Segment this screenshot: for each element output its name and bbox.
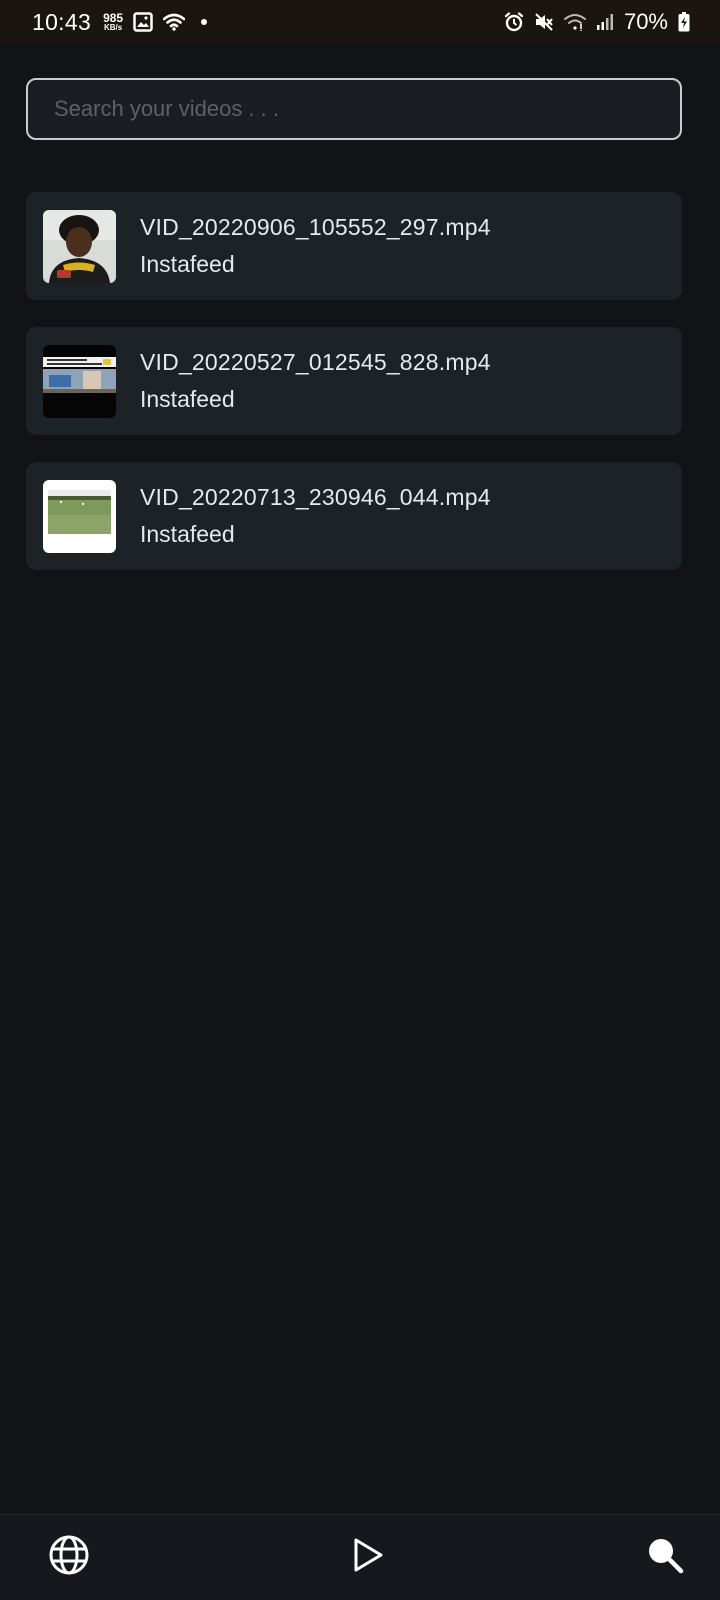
video-info: VID_20220527_012545_828.mp4 Instafeed — [140, 349, 491, 413]
video-item[interactable]: VID_20220527_012545_828.mp4 Instafeed — [26, 327, 682, 435]
play-button[interactable] — [344, 1535, 390, 1581]
search-nav-button[interactable] — [642, 1535, 688, 1581]
video-item[interactable]: VID_20220906_105552_297.mp4 Instafeed — [26, 192, 682, 300]
mute-icon — [534, 12, 554, 32]
video-info: VID_20220906_105552_297.mp4 Instafeed — [140, 214, 491, 278]
video-title: VID_20220713_230946_044.mp4 — [140, 484, 491, 510]
browse-button[interactable] — [46, 1535, 92, 1581]
search-icon — [645, 1535, 685, 1580]
video-title: VID_20220906_105552_297.mp4 — [140, 214, 491, 240]
video-item[interactable]: VID_20220713_230946_044.mp4 Instafeed — [26, 462, 682, 570]
bottom-navigation — [0, 1514, 720, 1600]
app-screen: 10:43 985 KB/s 70% Search your videos . … — [0, 0, 720, 1600]
video-source: Instafeed — [140, 521, 235, 547]
search-input[interactable] — [52, 95, 680, 123]
video-source: Instafeed — [140, 386, 235, 412]
globe-icon — [48, 1534, 90, 1581]
wifi-calling-icon — [563, 13, 586, 31]
status-bar: 10:43 985 KB/s 70% — [0, 0, 720, 44]
video-list: VID_20220906_105552_297.mp4 Instafeed VI… — [26, 192, 682, 597]
video-thumbnail — [43, 344, 116, 418]
notification-dot-icon — [201, 19, 208, 25]
image-icon — [133, 12, 153, 32]
signal-icon — [596, 13, 614, 31]
battery-percentage: 70% — [623, 9, 668, 34]
play-icon — [348, 1536, 386, 1579]
status-left: 10:43 985 KB/s — [32, 8, 208, 36]
network-speed: 985 KB/s — [103, 12, 123, 32]
video-thumbnail — [43, 209, 116, 283]
video-title: VID_20220527_012545_828.mp4 — [140, 349, 491, 375]
status-time: 10:43 — [32, 8, 92, 35]
alarm-icon — [504, 12, 524, 32]
network-speed-unit: KB/s — [103, 23, 123, 32]
wifi-icon — [163, 13, 186, 31]
battery-charging-icon — [678, 12, 690, 32]
status-right: 70% — [504, 9, 690, 35]
video-source: Instafeed — [140, 251, 235, 277]
search-box[interactable] — [26, 78, 682, 140]
video-info: VID_20220713_230946_044.mp4 Instafeed — [140, 484, 491, 548]
video-thumbnail — [43, 479, 116, 553]
